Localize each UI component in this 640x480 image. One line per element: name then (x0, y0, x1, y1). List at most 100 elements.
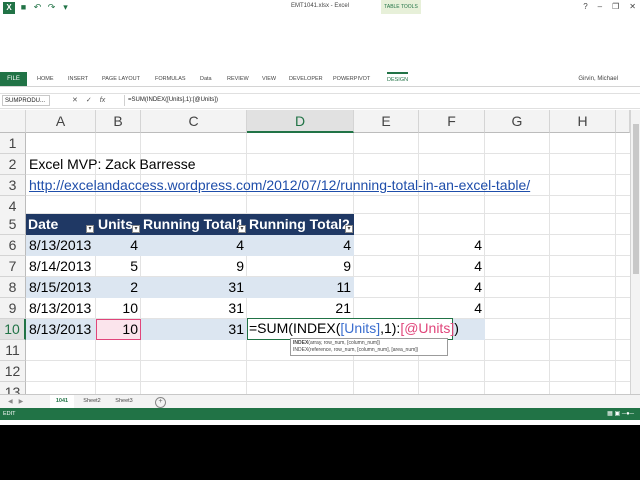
name-box[interactable]: SUMPRODU... (2, 95, 50, 106)
table-cell[interactable]: 8/13/2013 (26, 298, 96, 319)
table-cell[interactable]: 31 (141, 277, 247, 298)
prev-sheet-icon[interactable]: ◀ (8, 398, 13, 405)
cell-a3-hyperlink[interactable]: http://excelandaccess.wordpress.com/2012… (26, 175, 533, 196)
function-tooltip: INDEX(array, row_num, [column_num]) INDE… (290, 338, 448, 356)
column-header-e[interactable]: E (354, 110, 419, 133)
table-cell[interactable]: 10 (96, 298, 141, 319)
tooltip-args: (reference, row_num, [column_num], [area… (308, 347, 419, 353)
column-header-d[interactable]: D (247, 110, 354, 133)
status-mode: EDIT (3, 411, 16, 417)
filter-dropdown-icon[interactable]: ▾ (345, 225, 353, 233)
column-header-g[interactable]: G (485, 110, 550, 133)
row-header-1[interactable]: 1 (0, 133, 26, 154)
tab-developer[interactable]: DEVELOPER (289, 72, 323, 86)
table-cell[interactable]: 31 (141, 298, 247, 319)
column-header-c[interactable]: C (141, 110, 247, 133)
table-cell[interactable]: 10 (96, 319, 141, 340)
column-header-b[interactable]: B (96, 110, 141, 133)
table-cell[interactable]: 8/14/2013 (26, 256, 96, 277)
table-cell[interactable]: 21 (247, 298, 354, 319)
table-cell[interactable]: 4 (141, 235, 247, 256)
cell-f9[interactable]: 4 (419, 298, 485, 319)
formula-input[interactable]: =SUM(INDEX([Units],1):[@Units]) (124, 95, 638, 106)
row-header-9[interactable]: 9 (0, 298, 26, 319)
filter-dropdown-icon[interactable]: ▾ (132, 225, 140, 233)
table-cell[interactable]: 8/13/2013 (26, 319, 96, 340)
cell-f7[interactable]: 4 (419, 256, 485, 277)
tooltip-args: (array, row_num, [column_num]) (308, 340, 381, 346)
ribbon-tabs: FILE HOME INSERT PAGE LAYOUT FORMULAS Da… (0, 72, 640, 87)
table-cell[interactable]: 2 (96, 277, 141, 298)
sheet-navigation: ◀ ▶ (8, 398, 23, 405)
tab-design[interactable]: DESIGN (387, 72, 409, 86)
table-header-running-total2[interactable]: Running Total2 (247, 214, 354, 235)
row-header-7[interactable]: 7 (0, 256, 26, 277)
scrollbar-thumb[interactable] (633, 124, 639, 274)
tab-formulas[interactable]: FORMULAS (155, 72, 186, 86)
table-cell[interactable]: 5 (96, 256, 141, 277)
gridline (615, 133, 616, 400)
sheet-tab-sheet3[interactable]: Sheet3 (110, 395, 138, 408)
tab-powerpivot[interactable]: POWERPIVOT (333, 72, 370, 86)
sheet-tab-sheet2[interactable]: Sheet2 (78, 395, 106, 408)
vertical-scrollbar[interactable] (630, 110, 640, 394)
tooltip-line-array[interactable]: INDEX(array, row_num, [column_num]) (293, 340, 445, 347)
cancel-icon[interactable]: ✕ (72, 95, 78, 106)
row-header-12[interactable]: 12 (0, 361, 26, 382)
row-header-11[interactable]: 11 (0, 340, 26, 361)
close-icon[interactable]: ✕ (629, 2, 636, 11)
add-sheet-icon[interactable]: + (155, 397, 166, 408)
formula-text: ) (454, 320, 459, 336)
cell-d10-edit[interactable]: =SUM(INDEX([Units],1):[@Units]) (247, 318, 459, 340)
tab-file[interactable]: FILE (0, 72, 27, 86)
next-sheet-icon[interactable]: ▶ (19, 398, 24, 405)
enter-icon[interactable]: ✓ (86, 95, 92, 106)
row-header-3[interactable]: 3 (0, 175, 26, 196)
minimize-icon[interactable]: – (598, 2, 602, 11)
formula-ref-at-units: [@Units] (400, 320, 455, 336)
table-cell[interactable]: 8/13/2013 (26, 235, 96, 256)
tab-view[interactable]: VIEW (262, 72, 276, 86)
column-header-overflow (616, 110, 630, 133)
table-cell[interactable]: 4 (247, 235, 354, 256)
insert-function-icon[interactable]: fx (100, 95, 105, 106)
tooltip-fn: INDEX (293, 347, 309, 353)
gridline (549, 133, 550, 400)
table-cell[interactable]: 9 (247, 256, 354, 277)
row-header-5[interactable]: 5 (0, 214, 26, 235)
user-name[interactable]: Girvin, Michael (578, 72, 618, 86)
filter-dropdown-icon[interactable]: ▾ (86, 225, 94, 233)
column-header-h[interactable]: H (550, 110, 616, 133)
help-icon[interactable]: ? (583, 2, 587, 11)
zoom-slider-icon[interactable]: ─●─ (622, 411, 634, 417)
tab-home[interactable]: HOME (37, 72, 54, 86)
tab-review[interactable]: REVIEW (227, 72, 249, 86)
tooltip-line-reference[interactable]: INDEX(reference, row_num, [column_num], … (293, 347, 445, 354)
cell-f8[interactable]: 4 (419, 277, 485, 298)
row-header-10[interactable]: 10 (0, 319, 26, 340)
table-cell[interactable]: 31 (141, 319, 247, 340)
table-cell[interactable]: 11 (247, 277, 354, 298)
tab-insert[interactable]: INSERT (68, 72, 88, 86)
cell-f6[interactable]: 4 (419, 235, 485, 256)
cell-a2[interactable]: Excel MVP: Zack Barresse (26, 154, 199, 175)
tooltip-fn: INDEX (293, 340, 309, 346)
page-layout-view-icon[interactable]: ▣ (615, 411, 621, 417)
column-header-a[interactable]: A (26, 110, 96, 133)
window-controls: ? – ❐ ✕ (583, 2, 636, 11)
table-cell[interactable]: 4 (96, 235, 141, 256)
table-cell[interactable]: 9 (141, 256, 247, 277)
table-cell[interactable]: 8/15/2013 (26, 277, 96, 298)
excel-window: X ■ ↶ ↷ ▾ EMT1041.xlsx - Excel TABLE TOO… (0, 0, 640, 425)
select-all-corner[interactable] (0, 110, 26, 133)
row-header-6[interactable]: 6 (0, 235, 26, 256)
row-header-8[interactable]: 8 (0, 277, 26, 298)
row-header-2[interactable]: 2 (0, 154, 26, 175)
tab-page-layout[interactable]: PAGE LAYOUT (102, 72, 140, 86)
column-header-f[interactable]: F (419, 110, 485, 133)
table-header-running-total1[interactable]: Running Total1 (141, 214, 247, 235)
filter-dropdown-icon[interactable]: ▾ (238, 225, 246, 233)
normal-view-icon[interactable]: ▦ (607, 411, 613, 417)
restore-icon[interactable]: ❐ (612, 2, 619, 11)
tab-data[interactable]: Data (200, 72, 212, 86)
